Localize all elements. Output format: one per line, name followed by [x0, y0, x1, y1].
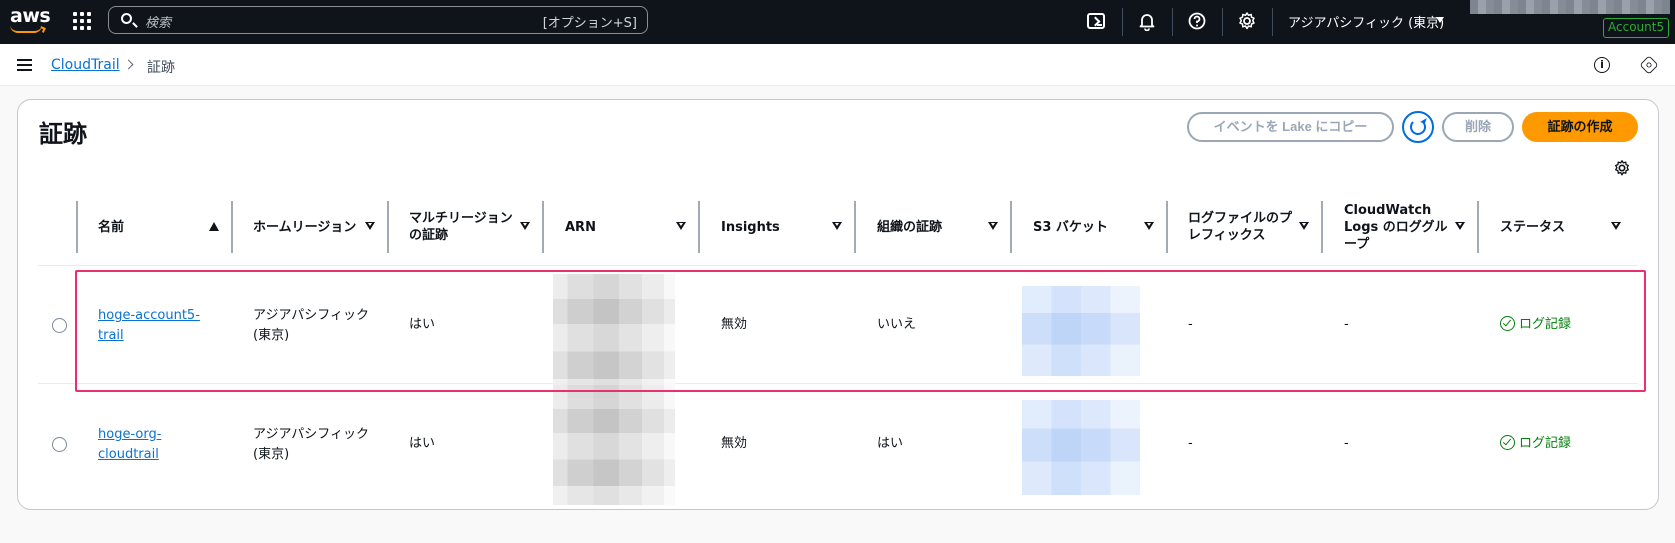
org-trail-cell: はい — [877, 436, 904, 451]
column-header-log-prefix[interactable]: ログファイルのプレフィックス — [1188, 196, 1296, 258]
sort-ascending-icon[interactable] — [209, 222, 219, 231]
column-divider — [1321, 201, 1323, 253]
column-label: マルチリージョンの証跡 — [409, 211, 513, 243]
column-divider — [231, 201, 233, 253]
home-region-cell: アジアパシフィック (東京) — [253, 427, 369, 462]
multi-region-cell: はい — [409, 436, 436, 451]
bell-icon[interactable] — [1137, 11, 1157, 31]
column-header-status[interactable]: ステータス — [1500, 196, 1608, 258]
column-label: Insights — [721, 219, 780, 235]
column-header-insights[interactable]: Insights — [721, 196, 829, 258]
services-menu-icon[interactable] — [73, 12, 91, 30]
column-label: ARN — [565, 219, 596, 235]
sort-icon[interactable] — [676, 222, 686, 232]
column-header-multi-region[interactable]: マルチリージョンの証跡 — [409, 196, 517, 258]
log-prefix-cell: - — [1188, 436, 1193, 451]
aws-logo[interactable]: aws — [10, 5, 51, 33]
aws-arrow-icon — [39, 26, 46, 33]
table-row[interactable]: hoge-org-cloudtrail アジアパシフィック (東京) はい 無効… — [38, 385, 1638, 505]
refresh-button[interactable] — [1402, 111, 1434, 143]
page-title: 証跡 — [39, 120, 87, 148]
insights-cell: 無効 — [721, 436, 748, 451]
chevron-right-icon — [123, 59, 134, 70]
column-label: ホームリージョン — [253, 219, 357, 235]
arn-redacted — [553, 385, 675, 505]
account-badge[interactable]: Account5 — [1603, 18, 1670, 38]
menu-icon[interactable] — [17, 59, 32, 71]
column-divider — [698, 201, 700, 253]
nav-divider — [1272, 8, 1273, 36]
sort-icon[interactable] — [1455, 222, 1465, 232]
column-label: ログファイルのプレフィックス — [1188, 211, 1293, 243]
cloudshell-icon[interactable] — [1087, 13, 1105, 29]
settings-hex-icon[interactable] — [1639, 55, 1659, 75]
refresh-arrow-icon — [1420, 116, 1427, 124]
table-header: 名前 ホームリージョン マルチリージョンの証跡 ARN Insights 組織の… — [38, 196, 1638, 266]
search-shortcut-hint: [オプション+S] — [542, 16, 637, 31]
breadcrumb-current: 証跡 — [147, 60, 175, 76]
region-selector[interactable]: アジアパシフィック (東京) — [1288, 12, 1444, 31]
aws-logo-text: aws — [10, 5, 51, 27]
sort-icon[interactable] — [832, 222, 842, 232]
search-input[interactable]: 検索 — [145, 12, 171, 31]
status-label: ログ記録 — [1519, 436, 1572, 451]
row-select-radio[interactable] — [52, 437, 67, 452]
sort-icon[interactable] — [1144, 222, 1154, 232]
row-highlight-annotation — [75, 270, 1646, 392]
aws-smile-icon — [10, 25, 42, 33]
column-label: ステータス — [1500, 219, 1566, 235]
row-select-radio[interactable] — [52, 318, 67, 333]
column-header-home-region[interactable]: ホームリージョン — [253, 196, 361, 258]
column-divider — [387, 201, 389, 253]
column-label: 組織の証跡 — [877, 219, 943, 235]
account-name-redacted — [1470, 0, 1670, 14]
search-bar[interactable]: 検索 [オプション+S] — [108, 6, 648, 34]
caret-down-icon[interactable] — [1436, 17, 1444, 23]
column-label: 名前 — [98, 219, 125, 235]
column-divider — [76, 201, 78, 253]
top-navigation: aws 検索 [オプション+S] アジアパシフィック (東京) Account5 — [0, 0, 1675, 44]
breadcrumb-bar: CloudTrail 証跡 i — [0, 44, 1675, 86]
column-header-name[interactable]: 名前 — [98, 196, 208, 258]
table-preferences-icon[interactable] — [1613, 159, 1631, 177]
delete-button[interactable]: 削除 — [1442, 112, 1514, 142]
sort-icon[interactable] — [1299, 222, 1309, 232]
s3-bucket-redacted[interactable] — [1022, 400, 1140, 495]
column-header-log-group[interactable]: CloudWatch Logs のロググループ — [1344, 196, 1452, 258]
column-header-arn[interactable]: ARN — [565, 196, 673, 258]
sort-icon[interactable] — [988, 222, 998, 232]
info-icon[interactable]: i — [1594, 57, 1610, 73]
copy-events-to-lake-button[interactable]: イベントを Lake にコピー — [1187, 112, 1394, 142]
column-header-org-trail[interactable]: 組織の証跡 — [877, 196, 985, 258]
log-group-cell: - — [1344, 436, 1349, 451]
column-header-s3-bucket[interactable]: S3 バケット — [1033, 196, 1141, 258]
sort-icon[interactable] — [365, 222, 375, 232]
breadcrumb-cloudtrail-link[interactable]: CloudTrail — [51, 57, 120, 73]
search-icon — [121, 13, 132, 24]
column-divider — [1010, 201, 1012, 253]
column-divider — [1477, 201, 1479, 253]
column-divider — [854, 201, 856, 253]
gear-icon[interactable] — [1237, 11, 1257, 31]
create-trail-button[interactable]: 証跡の作成 — [1522, 112, 1638, 142]
trail-name-link[interactable]: hoge-org-cloudtrail — [98, 427, 161, 462]
nav-divider — [1172, 8, 1173, 36]
trail-name-cell: hoge-org-cloudtrail — [98, 425, 208, 465]
sort-icon[interactable] — [1611, 222, 1621, 232]
status-success-icon — [1500, 435, 1515, 450]
nav-divider — [1122, 8, 1123, 36]
column-label: S3 バケット — [1033, 219, 1108, 235]
help-icon[interactable] — [1187, 11, 1207, 31]
sort-icon[interactable] — [520, 222, 530, 232]
column-divider — [542, 201, 544, 253]
status-badge: ログ記録 — [1500, 434, 1571, 454]
nav-divider — [1222, 8, 1223, 36]
column-divider — [1166, 201, 1168, 253]
column-label: CloudWatch Logs のロググループ — [1344, 202, 1448, 252]
